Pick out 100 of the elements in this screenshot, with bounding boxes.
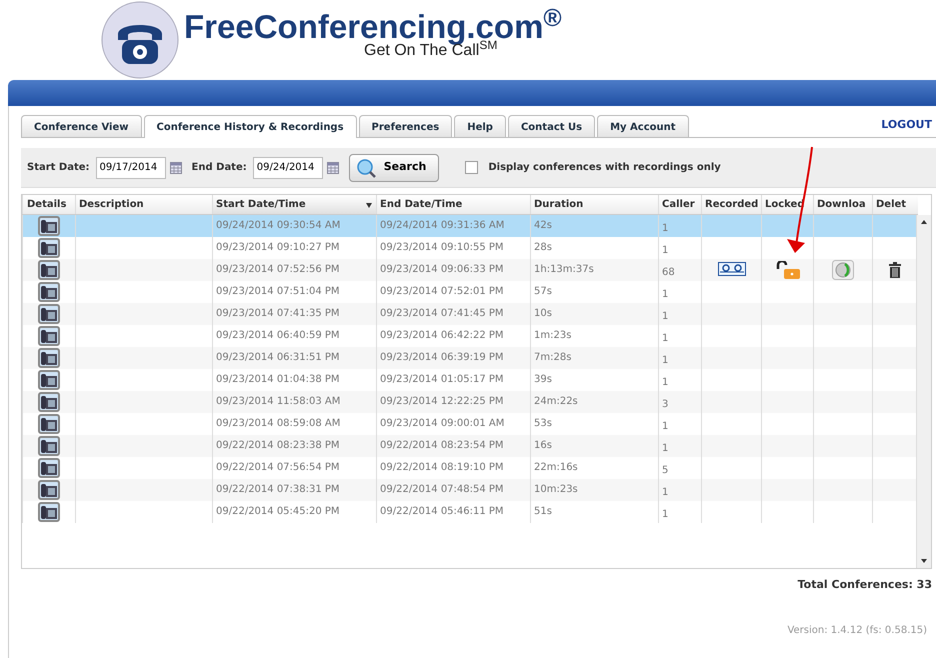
search-button[interactable]: Search <box>348 154 440 182</box>
checkbox-label: Display conferences with recordings only <box>488 161 721 175</box>
total-conferences: Total Conferences: 33 <box>798 576 932 592</box>
end-date-label: End Date: <box>192 161 247 175</box>
date-field[interactable]: 09/24/2014 <box>252 156 323 178</box>
start-time: 09/23/2014 07:51:04 PM <box>216 286 340 297</box>
table-row[interactable]: 09/23/2014 06:31:51 PM 09/23/2014 06:39:19 PM 7m:28s 1 <box>22 346 916 368</box>
column-header[interactable]: Start Date/Time <box>212 195 376 214</box>
table-row[interactable]: 09/22/2014 07:38:31 PM 09/22/2014 07:48:54 PM 10m:23s 1 <box>22 478 916 500</box>
scrollbar[interactable] <box>916 214 931 568</box>
details-button[interactable] <box>38 436 60 456</box>
trash-icon[interactable] <box>889 262 902 278</box>
logout-link[interactable]: LOGOUT <box>881 116 932 133</box>
end-time: 09/22/2014 08:23:54 PM <box>380 440 504 451</box>
start-time: 09/23/2014 08:59:08 AM <box>216 418 340 429</box>
details-button[interactable] <box>38 458 60 478</box>
details-button[interactable] <box>38 348 60 368</box>
details-button[interactable] <box>38 260 60 280</box>
duration: 10m:23s <box>534 484 578 495</box>
table-row[interactable]: 09/23/2014 07:52:56 PM 09/23/2014 09:06:33 PM 1h:13m:37s 68 <box>22 258 916 280</box>
end-time: 09/23/2014 06:42:22 PM <box>380 330 504 341</box>
unlocked-padlock-icon[interactable] <box>776 260 800 278</box>
column-header[interactable]: Delet <box>872 195 918 214</box>
tab[interactable]: Conference History & Recordings <box>144 115 357 138</box>
details-button[interactable] <box>38 392 60 412</box>
duration: 39s <box>534 374 552 385</box>
phone-logo-icon <box>100 0 180 80</box>
details-button[interactable] <box>38 370 60 390</box>
tab[interactable]: My Account <box>597 115 689 137</box>
duration: 24m:22s <box>534 396 578 407</box>
start-time: 09/23/2014 07:41:35 PM <box>216 308 340 319</box>
caller-count: 1 <box>662 244 668 256</box>
checkbox[interactable] <box>465 161 478 174</box>
search-icon <box>356 158 376 178</box>
details-button[interactable] <box>38 326 60 346</box>
phone-icon <box>41 262 57 276</box>
phone-icon <box>41 416 57 430</box>
caller-count: 1 <box>662 376 668 388</box>
column-header[interactable]: End Date/Time <box>376 195 530 214</box>
end-time: 09/23/2014 09:06:33 PM <box>380 264 504 275</box>
details-button[interactable] <box>38 282 60 302</box>
caller-count: 1 <box>662 442 668 454</box>
caller-count: 5 <box>662 464 668 476</box>
start-time: 09/23/2014 01:04:38 PM <box>216 374 340 385</box>
details-button[interactable] <box>38 414 60 434</box>
column-header[interactable]: Caller <box>658 195 702 214</box>
start-time: 09/23/2014 06:31:51 PM <box>216 352 340 363</box>
column-header[interactable]: Recorded <box>702 195 762 214</box>
details-button[interactable] <box>38 304 60 324</box>
recording-icon[interactable] <box>718 262 746 276</box>
tab[interactable]: Help <box>454 115 506 137</box>
phone-icon <box>41 438 57 452</box>
end-time: 09/22/2014 07:48:54 PM <box>380 484 504 495</box>
phone-icon <box>41 394 57 408</box>
end-time: 09/23/2014 09:10:55 PM <box>380 242 504 253</box>
start-time: 09/23/2014 06:40:59 PM <box>216 330 340 341</box>
caller-count: 1 <box>662 222 668 234</box>
phone-icon <box>41 284 57 298</box>
caller-count: 1 <box>662 486 668 498</box>
end-time: 09/23/2014 12:22:25 PM <box>380 396 504 407</box>
table-row[interactable]: 09/23/2014 11:58:03 AM 09/23/2014 12:22:25 PM 24m:22s 3 <box>22 390 916 412</box>
duration: 53s <box>534 418 552 429</box>
column-header[interactable]: Description <box>76 195 212 214</box>
tab[interactable]: Conference View <box>21 115 142 137</box>
calendar-icon[interactable] <box>170 162 182 174</box>
start-time: 09/24/2014 09:30:54 AM <box>216 220 340 231</box>
tab[interactable]: Preferences <box>358 115 452 137</box>
duration: 7m:28s <box>534 352 572 363</box>
caller-count: 1 <box>662 420 668 432</box>
phone-icon <box>41 482 57 496</box>
caller-count: 3 <box>662 398 668 410</box>
start-time: 09/23/2014 09:10:27 PM <box>216 242 340 253</box>
brand-name: FreeConferencing.com$^{®}$ <box>184 10 562 43</box>
details-button[interactable] <box>38 238 60 258</box>
table-row[interactable]: 09/23/2014 07:41:35 PM 09/23/2014 07:41:45 PM 10s 1 <box>22 302 916 324</box>
start-time: 09/23/2014 11:58:03 AM <box>216 396 340 407</box>
details-button[interactable] <box>38 480 60 500</box>
duration: 16s <box>534 440 552 451</box>
sort-arrow-icon <box>365 200 373 209</box>
caller-count: 1 <box>662 310 668 322</box>
table-row[interactable]: 09/22/2014 05:45:20 PM 09/22/2014 05:46:11 PM 51s 1 <box>22 500 916 522</box>
duration: 1m:23s <box>534 330 572 341</box>
end-time: 09/23/2014 06:39:19 PM <box>380 352 504 363</box>
duration: 1h:13m:37s <box>534 264 594 275</box>
calendar-icon[interactable] <box>326 162 339 174</box>
column-header[interactable]: Downloa <box>814 195 872 214</box>
column-header[interactable]: Duration <box>530 195 658 214</box>
phone-icon <box>41 328 57 342</box>
phone-icon <box>41 372 57 386</box>
caller-count: 68 <box>662 266 675 278</box>
start-date-label: Start Date: <box>27 161 90 175</box>
version-text: Version: 1.4.12 (fs: 0.58.15) <box>787 624 927 638</box>
details-button[interactable] <box>38 216 60 236</box>
details-button[interactable] <box>38 502 60 522</box>
column-header[interactable]: Details <box>22 195 76 214</box>
tab[interactable]: Contact Us <box>508 115 596 137</box>
duration: 51s <box>534 506 552 517</box>
date-field[interactable]: 09/17/2014 <box>96 156 166 178</box>
table-row[interactable]: 09/22/2014 08:23:38 PM 09/22/2014 08:23:54 PM 16s 1 <box>22 434 916 456</box>
caller-count: 1 <box>662 332 668 344</box>
